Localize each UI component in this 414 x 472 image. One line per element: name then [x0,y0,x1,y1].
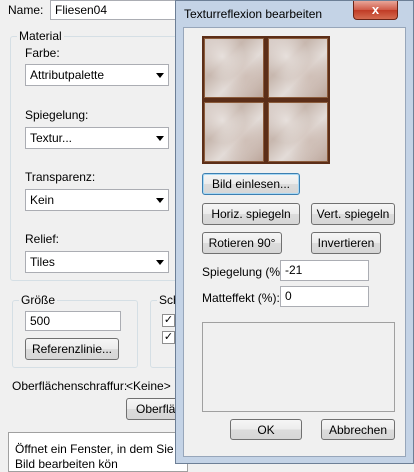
option-checkbox-2[interactable]: ✓ [162,331,175,344]
oberflaechenschraffur-label: Oberflächenschraffur: [12,379,128,393]
invertieren-button[interactable]: Invertieren [311,232,381,254]
name-field[interactable]: Fliesen04 [50,0,180,20]
texture-tile [268,102,328,162]
spiegelung-label: Spiegelung: [25,108,89,122]
chevron-down-icon [156,73,164,78]
texture-tile [204,102,264,162]
spiegelung-percent-field[interactable]: -21 [280,260,369,281]
dialog-client-area: Bild einlesen... Horiz. spiegeln Vert. s… [183,27,406,457]
relief-label: Relief: [25,232,60,246]
relief-dropdown-value: Tiles [30,255,55,269]
rotieren-button[interactable]: Rotieren 90° [202,232,282,254]
transparenz-dropdown[interactable]: Kein [25,189,169,211]
abbrechen-button[interactable]: Abbrechen [321,419,395,440]
farbe-dropdown[interactable]: Attributpalette [25,64,169,86]
bild-einlesen-button[interactable]: Bild einlesen... [202,173,300,195]
preview-area [202,322,395,412]
spiegelung-percent-label: Spiegelung (%): [202,265,288,279]
referenzlinie-button[interactable]: Referenzlinie... [25,338,119,360]
farbe-dropdown-value: Attributpalette [30,68,105,82]
matteffekt-percent-field[interactable]: 0 [280,286,369,307]
texture-preview-image [202,36,330,164]
transparenz-dropdown-value: Kein [30,193,55,207]
chevron-down-icon [156,260,164,265]
oberflaechenschraffur-value: <Keine> [126,379,171,393]
description-line-2: Bild bearbeiten kön [15,457,118,471]
groesse-field[interactable]: 500 [25,311,121,331]
texture-tile [268,38,328,98]
ok-button[interactable]: OK [230,419,302,440]
horiz-spiegeln-button[interactable]: Horiz. spiegeln [202,203,300,225]
transparenz-label: Transparenz: [25,170,96,184]
material-group-title: Material [17,29,64,43]
dialog-title: Texturreflexion bearbeiten [184,7,323,21]
relief-dropdown[interactable]: Tiles [25,251,169,273]
chevron-down-icon [156,198,164,203]
spiegelung-dropdown-value: Textur... [30,131,73,145]
texture-tile [204,38,264,98]
close-icon: x [371,2,380,17]
name-label: Name: [8,3,44,17]
vert-spiegeln-button[interactable]: Vert. spiegeln [311,203,395,225]
groesse-group-title: Größe [19,293,58,307]
close-button[interactable]: x [353,1,398,20]
description-box: Öffnet ein Fenster, in dem Sie die Bild … [8,432,193,472]
texture-reflection-dialog: Texturreflexion bearbeiten x Bild einles… [175,0,414,464]
description-line-1: Öffnet ein Fenster, in dem Sie die [15,442,193,456]
farbe-label: Farbe: [25,46,60,60]
chevron-down-icon [156,136,164,141]
matteffekt-percent-label: Matteffekt (%): [202,291,280,305]
spiegelung-dropdown[interactable]: Textur... [25,127,169,149]
option-checkbox-1[interactable]: ✓ [162,314,175,327]
